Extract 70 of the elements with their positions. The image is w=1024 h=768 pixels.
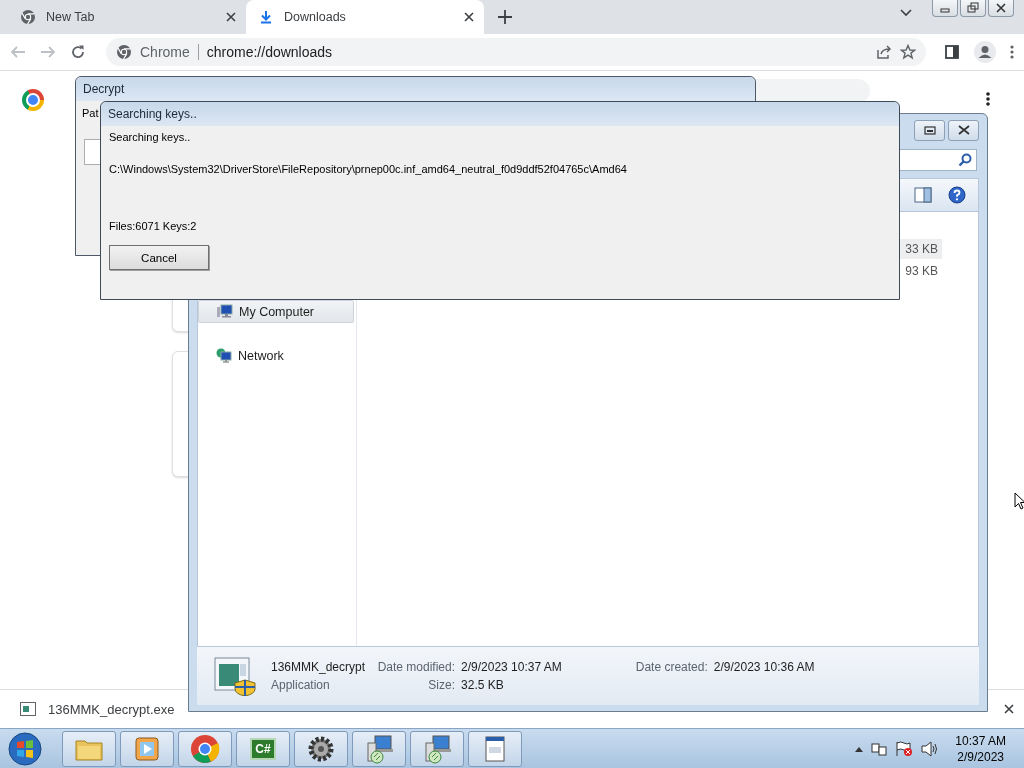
more-icon[interactable] [986, 91, 990, 107]
search-icon [958, 153, 972, 167]
status-text: Searching keys.. [109, 131, 192, 145]
chevron-up-icon[interactable] [855, 745, 864, 752]
size-cell[interactable]: 93 KB [896, 261, 942, 281]
close-icon[interactable] [1004, 704, 1014, 714]
url-text: chrome://downloads [206, 44, 334, 60]
window-title: Searching keys.. [101, 102, 899, 126]
speaker-icon[interactable] [921, 740, 940, 757]
file-type: Application [271, 678, 331, 692]
start-button[interactable] [8, 731, 42, 766]
restore-button[interactable] [960, 0, 986, 17]
chrome-logo [22, 89, 44, 111]
path-text: C:\Windows\System32\DriverStore\FileRepository\prnep00c.inf_amd64_neutral_f0d9ddf52f04765c\Amd64 [109, 163, 628, 175]
close-button[interactable] [948, 120, 979, 141]
clock-date[interactable]: 2/9/2023 [957, 748, 1004, 765]
field-label: Pat [82, 107, 99, 119]
maximize-button[interactable] [914, 120, 945, 141]
taskbar-button[interactable] [352, 730, 406, 767]
menu-icon[interactable] [1010, 44, 1014, 60]
plus-icon[interactable] [498, 10, 512, 24]
preview-pane-icon[interactable] [914, 187, 932, 203]
network-icon[interactable] [871, 740, 888, 757]
profile-icon[interactable] [974, 41, 996, 63]
window-title: Decrypt [76, 77, 755, 101]
address-bar[interactable]: Chrome chrome://downloads [106, 38, 926, 66]
file-name: 136MMK_decrypt [271, 660, 366, 674]
cancel-button[interactable]: Cancel [109, 245, 209, 270]
close-icon [956, 125, 971, 136]
application-icon [20, 702, 36, 716]
nav-item[interactable]: Network [198, 345, 354, 366]
maximize-icon [922, 125, 937, 136]
network-icon [216, 348, 232, 363]
share-icon[interactable] [876, 44, 892, 60]
taskbar-button[interactable] [294, 730, 348, 767]
field-label: Size: [427, 678, 456, 692]
help-icon[interactable] [948, 186, 966, 204]
taskbar-button[interactable]: C# [236, 730, 290, 767]
star-icon[interactable] [900, 44, 916, 60]
nav-item[interactable]: My Computer [198, 300, 354, 323]
browser-tab[interactable]: New Tab [8, 0, 246, 34]
field-value: 32.5 KB [461, 678, 505, 692]
minimize-button[interactable] [932, 0, 958, 17]
close-icon[interactable] [226, 12, 236, 22]
reload-icon[interactable] [70, 44, 86, 60]
chevron-down-icon[interactable] [900, 9, 912, 17]
field-value: 2/9/2023 10:37 AM [461, 660, 562, 674]
close-icon [994, 2, 1008, 14]
download-icon [258, 9, 274, 25]
close-icon[interactable] [464, 12, 474, 22]
chrome-icon [189, 732, 221, 765]
field-label: Date modified: [376, 660, 456, 674]
restore-icon [966, 2, 980, 14]
clock-time[interactable]: 10:37 AM [955, 732, 1006, 749]
taskbar-button[interactable] [468, 730, 522, 767]
close-button[interactable] [988, 0, 1014, 17]
computer-icon [217, 304, 233, 319]
side-panel-icon[interactable] [944, 44, 960, 60]
field-label: Date created: [634, 660, 708, 674]
browser-tab[interactable]: Downloads [246, 0, 484, 34]
site-chip: Chrome [140, 44, 199, 60]
chrome-icon [20, 9, 36, 25]
code-icon: C# [250, 737, 276, 760]
count-text: Files:6071 Keys:2 [109, 220, 198, 232]
flag-icon[interactable] [895, 740, 914, 757]
field-value: 2/9/2023 10:36 AM [713, 660, 815, 674]
chrome-icon [116, 44, 132, 60]
taskbar-button[interactable] [410, 730, 464, 767]
application-icon [213, 656, 257, 696]
file-name[interactable]: 136MMK_decrypt.exe [48, 701, 175, 717]
